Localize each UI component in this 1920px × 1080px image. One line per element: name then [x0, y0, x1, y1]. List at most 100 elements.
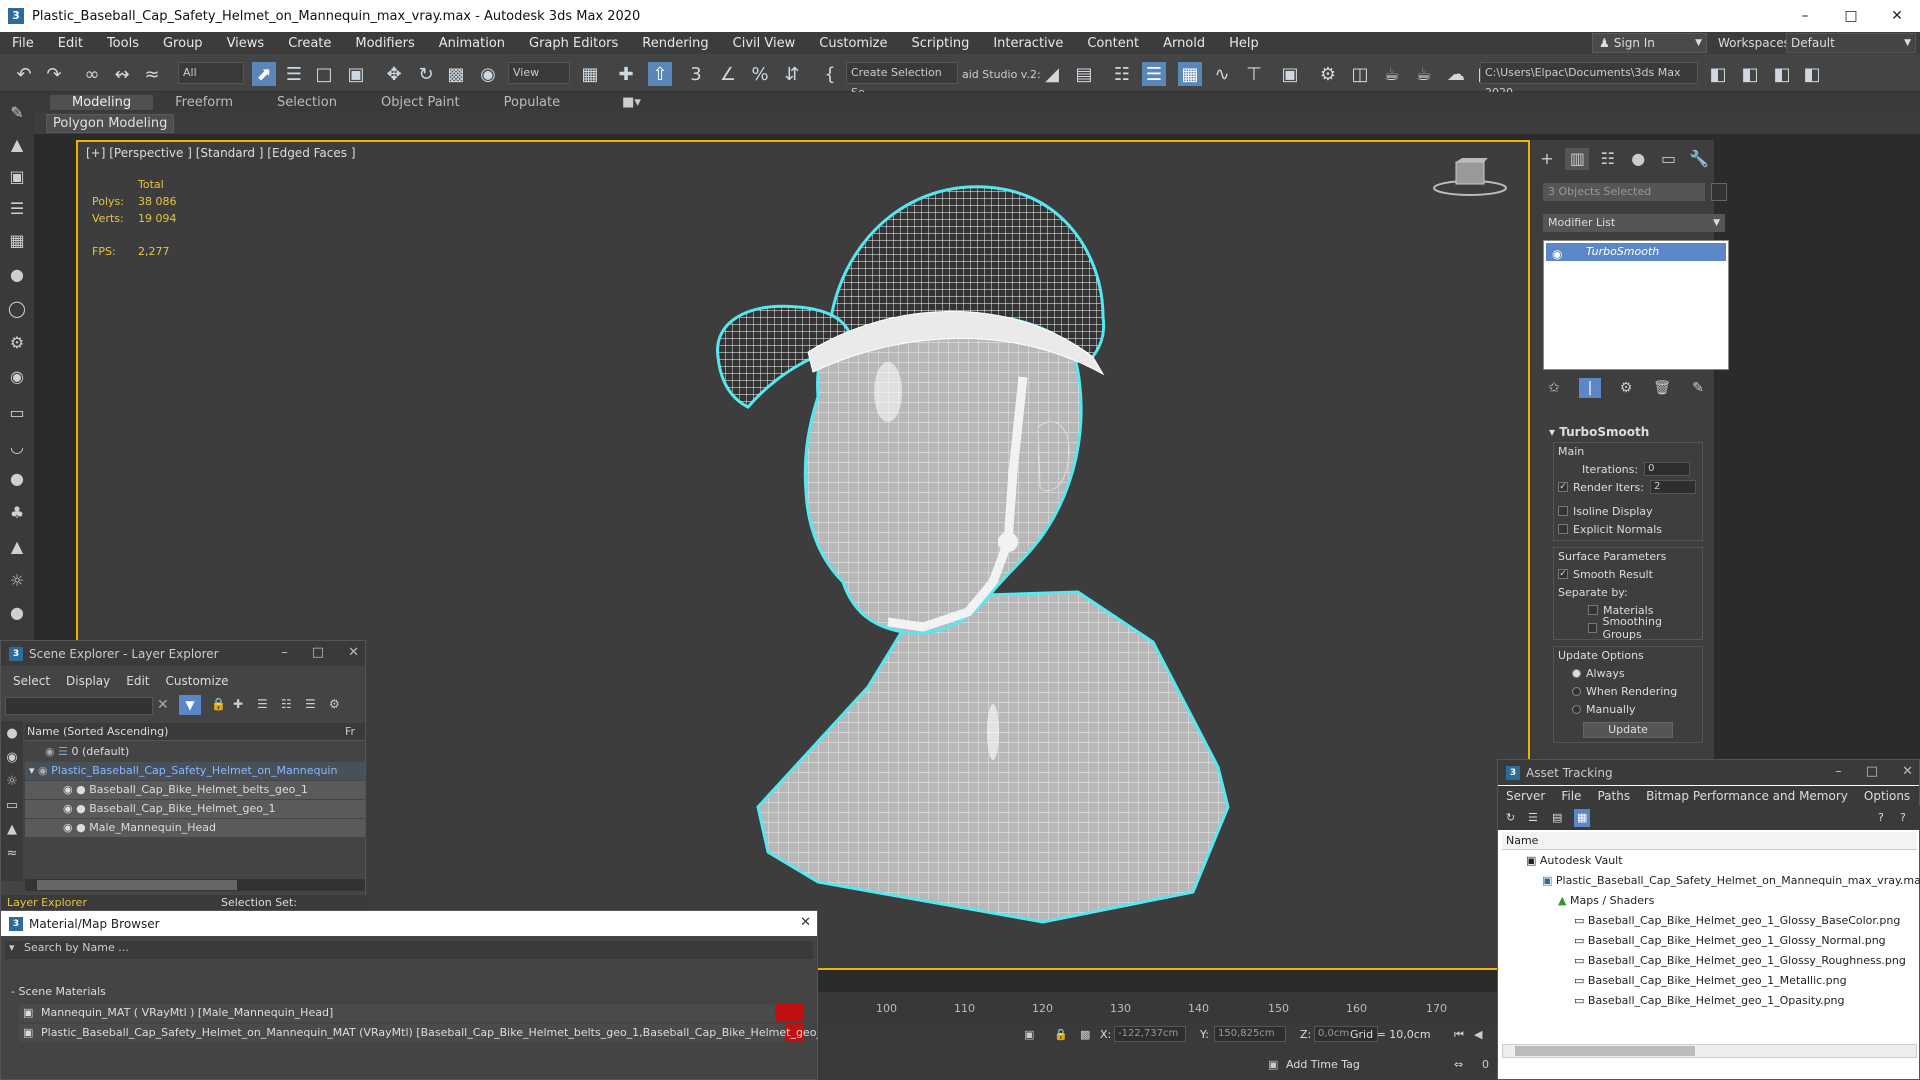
previous-frame-icon[interactable]: ◀: [1474, 1026, 1482, 1044]
rendered-frame-window-icon[interactable]: ◫: [1348, 62, 1372, 86]
select-by-name-icon[interactable]: ☰: [282, 62, 306, 86]
list-item[interactable]: ▭ Baseball_Cap_Bike_Helmet_geo_1_Glossy_…: [1574, 932, 1886, 950]
render-iters-spinner[interactable]: 2: [1649, 480, 1696, 494]
horizontal-scrollbar[interactable]: [1502, 1044, 1917, 1058]
material-editor-icon[interactable]: ▣: [1278, 62, 1302, 86]
table-view-icon[interactable]: ▦: [1574, 809, 1591, 827]
list-item[interactable]: ▭ Baseball_Cap_Bike_Helmet_geo_1_Metalli…: [1574, 972, 1847, 990]
col-name-header[interactable]: Name: [1506, 832, 1538, 850]
list-item[interactable]: ▣ Plastic_Baseball_Cap_Safety_Helmet_on_…: [1542, 872, 1920, 890]
asset-tracking-titlebar[interactable]: 3 Asset Tracking – □ ✕: [1498, 760, 1919, 785]
vault-icon[interactable]: ?: [1900, 809, 1906, 827]
material-browser-titlebar[interactable]: 3 Material/Map Browser ✕: [1, 911, 817, 936]
menu-group[interactable]: Group: [151, 36, 215, 51]
hierarchy-tab-icon[interactable]: ☷: [1596, 148, 1620, 170]
sky-icon[interactable]: ●: [6, 602, 28, 624]
when-rendering-radio[interactable]: [1572, 686, 1581, 696]
object-name-field[interactable]: 3 Objects Selected: [1543, 183, 1705, 201]
render-iters-checkbox[interactable]: ✓: [1558, 482, 1568, 492]
list-item[interactable]: ▲ Maps / Shaders: [1558, 892, 1654, 910]
grid-icon[interactable]: ▦: [6, 230, 28, 252]
eye-icon[interactable]: ◉: [45, 745, 55, 758]
isoline-display-checkbox[interactable]: [1558, 506, 1568, 516]
minimize-icon[interactable]: –: [1835, 764, 1842, 779]
close-icon[interactable]: ✕: [348, 645, 359, 660]
helper-icon[interactable]: ▲: [6, 134, 28, 156]
ribbon-options-icon[interactable]: ■▾: [622, 95, 641, 110]
menu-create[interactable]: Create: [276, 36, 343, 51]
placement-icon[interactable]: ◉: [476, 62, 500, 86]
tab-modeling[interactable]: Modeling: [50, 94, 154, 110]
stack-icon[interactable]: ☰: [305, 697, 316, 711]
minimize-button[interactable]: –: [1782, 0, 1828, 32]
at-menu-server[interactable]: Server: [1498, 789, 1553, 803]
show-end-result-icon[interactable]: |: [1579, 378, 1601, 398]
menu-interactive[interactable]: Interactive: [981, 36, 1075, 51]
add-layer-icon[interactable]: ✚: [233, 697, 243, 711]
collapse-arrow-icon[interactable]: ▾: [29, 764, 35, 777]
eye-icon[interactable]: ◉: [38, 764, 48, 777]
render-activeshade-icon[interactable]: ☕: [1412, 62, 1436, 86]
render-setup-icon[interactable]: ⚙: [1316, 62, 1340, 86]
render-production-icon[interactable]: ☕: [1380, 62, 1404, 86]
timeline-ruler[interactable]: 100 110 120 130 140 150 160 170: [818, 992, 1498, 1022]
lock-icon[interactable]: 🔒: [211, 697, 226, 711]
mannequin-helmet-model[interactable]: [648, 142, 1348, 972]
maximize-icon[interactable]: □: [1866, 764, 1878, 779]
polygon-modeling-panel[interactable]: Polygon Modeling: [46, 114, 175, 133]
rotate-icon[interactable]: ↻: [414, 62, 438, 86]
maximize-button[interactable]: □: [1828, 0, 1874, 32]
schematic-view-icon[interactable]: ⊤: [1242, 62, 1266, 86]
edit-named-selections-icon[interactable]: {: [818, 62, 842, 86]
spacewarp-icon[interactable]: ◉: [6, 366, 28, 388]
viewport-label[interactable]: [+] [Perspective ] [Standard ] [Edged Fa…: [86, 146, 356, 160]
current-frame-field[interactable]: 0: [1482, 1056, 1489, 1074]
list-item[interactable]: ▭ Baseball_Cap_Bike_Helmet_geo_1_Glossy_…: [1574, 912, 1900, 930]
align-icon[interactable]: ▤: [1072, 62, 1096, 86]
layer-explorer-icon[interactable]: ☰: [1142, 62, 1166, 86]
undo-icon[interactable]: ↶: [12, 62, 36, 86]
at-menu-paths[interactable]: Paths: [1589, 789, 1638, 803]
time-tag-icon[interactable]: ▣: [1268, 1056, 1278, 1074]
menu-arnold[interactable]: Arnold: [1151, 36, 1217, 51]
menu-graph-editors[interactable]: Graph Editors: [517, 36, 630, 51]
project-folder-icon[interactable]: ◧: [1706, 62, 1730, 86]
y-coordinate-field[interactable]: 150,825cm: [1214, 1026, 1286, 1042]
minimize-icon[interactable]: –: [281, 645, 288, 660]
menu-modifiers[interactable]: Modifiers: [343, 36, 426, 51]
settings-icon[interactable]: ⚙: [329, 697, 340, 711]
menu-customize[interactable]: Customize: [807, 36, 899, 51]
ribbon-toggle-icon[interactable]: ▦: [1178, 62, 1202, 86]
project-settings-icon[interactable]: ◧: [1800, 62, 1824, 86]
material-item[interactable]: ▣ Mannequin_MAT ( VRayMtl ) [Male_Manneq…: [19, 1004, 803, 1022]
unlink-icon[interactable]: ↭: [110, 62, 134, 86]
menu-views[interactable]: Views: [215, 36, 277, 51]
tab-object-paint[interactable]: Object Paint: [359, 95, 482, 110]
dome-icon[interactable]: ◡: [6, 436, 28, 458]
at-menu-options[interactable]: Options: [1856, 789, 1918, 803]
list-item[interactable]: ◉ ● Baseball_Cap_Bike_Helmet_geo_1: [25, 800, 365, 818]
details-view-icon[interactable]: ▤: [1552, 809, 1562, 827]
explicit-normals-checkbox[interactable]: [1558, 524, 1568, 534]
menu-help[interactable]: Help: [1217, 36, 1271, 51]
helpers-icon[interactable]: ▲: [1, 819, 23, 841]
list-item[interactable]: ▭ Baseball_Cap_Bike_Helmet_geo_1_Opasity…: [1574, 992, 1845, 1010]
iterations-spinner[interactable]: 0: [1644, 462, 1691, 476]
sun-icon[interactable]: ☼: [6, 570, 28, 592]
redo-icon[interactable]: ↷: [42, 62, 66, 86]
filter-icon[interactable]: ▼: [179, 695, 201, 715]
cameras-icon[interactable]: ▭: [1, 795, 23, 817]
display-all-icon[interactable]: ●: [1, 723, 23, 745]
tab-populate[interactable]: Populate: [482, 95, 583, 110]
helper-tool-icon[interactable]: ⚙: [6, 332, 28, 354]
clear-search-icon[interactable]: ✕: [157, 697, 169, 713]
rollout-title[interactable]: ▾ TurboSmooth: [1543, 425, 1729, 439]
list-item[interactable]: ◉ ● Male_Mannequin_Head: [25, 819, 365, 837]
tab-freeform[interactable]: Freeform: [153, 95, 255, 110]
manually-radio[interactable]: [1572, 704, 1581, 714]
sphere-icon[interactable]: ●: [6, 468, 28, 490]
se-menu-display[interactable]: Display: [58, 674, 118, 688]
utilities-tab-icon[interactable]: 🔧: [1687, 148, 1711, 170]
list-item[interactable]: ▾ ◉ Plastic_Baseball_Cap_Safety_Helmet_o…: [25, 762, 365, 780]
material-search-input[interactable]: ▾ Search by Name ...: [5, 941, 813, 959]
